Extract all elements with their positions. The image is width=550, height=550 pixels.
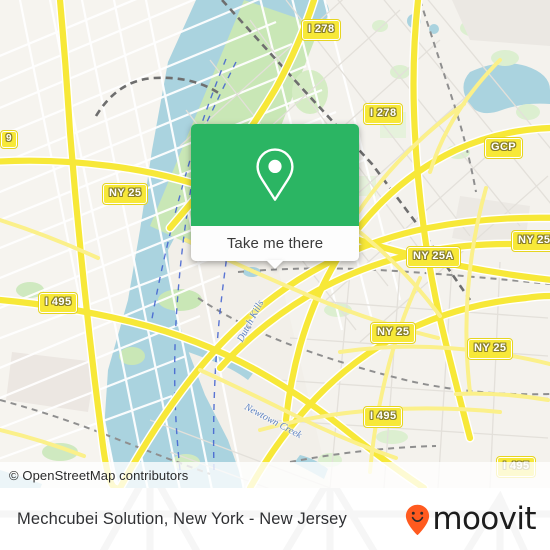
map-attribution-bar: © OpenStreetMap contributors	[0, 462, 550, 488]
road-shield[interactable]: I 495	[362, 406, 404, 428]
moovit-smile-pin-icon	[406, 504, 430, 535]
road-shield[interactable]: I 495	[37, 292, 79, 314]
road-shield[interactable]: I 278	[300, 19, 342, 41]
road-shield[interactable]: NY 25	[101, 183, 149, 205]
moovit-brand[interactable]: moovit	[405, 488, 537, 550]
road-shield[interactable]: NY 25	[466, 338, 514, 360]
location-popup-card[interactable]: Take me there	[191, 124, 359, 269]
popup-pointer-tail	[266, 260, 284, 269]
map-pin-icon	[256, 148, 294, 201]
attribution-text[interactable]: © OpenStreetMap contributors	[0, 468, 188, 483]
road-shield[interactable]: 9	[0, 130, 18, 149]
page-title: Mechcubei Solution, New York - New Jerse…	[17, 509, 347, 528]
road-shield[interactable]: NY 25	[369, 322, 417, 344]
road-shield[interactable]: NY 25A	[511, 230, 550, 252]
road-shield[interactable]: NY 25A	[406, 246, 461, 268]
take-me-there-button[interactable]: Take me there	[191, 226, 359, 269]
moovit-wordmark: moovit	[432, 500, 536, 537]
moovit-map-page: 9 NY 25 I 278 I 278 GCP NY 25A NY 25A I …	[0, 0, 550, 550]
popup-image-area	[191, 124, 359, 226]
take-me-there-label: Take me there	[226, 235, 324, 252]
page-footer: Mechcubei Solution, New York - New Jerse…	[0, 488, 550, 550]
road-shield[interactable]: GCP	[483, 137, 524, 159]
road-shield[interactable]: I 278	[362, 103, 404, 125]
map-canvas[interactable]: 9 NY 25 I 278 I 278 GCP NY 25A NY 25A I …	[0, 0, 550, 488]
